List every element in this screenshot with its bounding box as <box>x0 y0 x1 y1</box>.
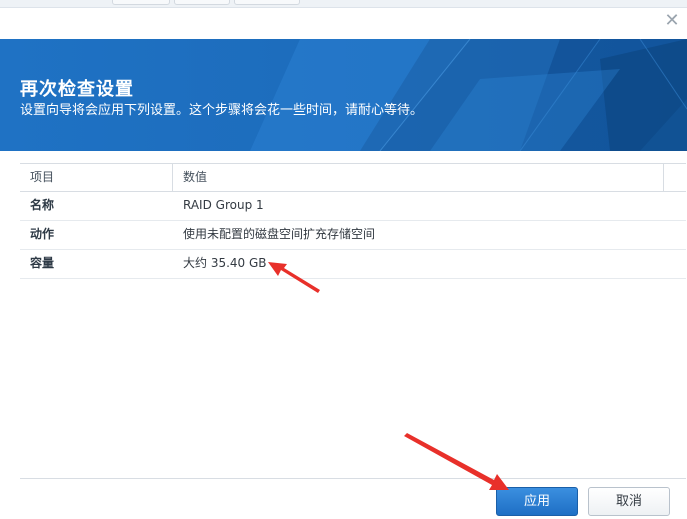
background-tab[interactable] <box>174 0 230 5</box>
column-header-value[interactable]: 数值 <box>173 164 663 191</box>
background-tab-strip <box>0 0 687 8</box>
close-icon[interactable]: ✕ <box>663 12 681 30</box>
table-row[interactable]: 容量 大约 35.40 GB <box>20 250 686 279</box>
background-tab[interactable] <box>112 0 170 5</box>
row-value: RAID Group 1 <box>183 198 264 212</box>
review-settings-dialog: ✕ 再次检查设置 设置向导将会应用下列设置。这个步骤将会花一些时间，请耐心等待。… <box>0 0 687 519</box>
column-header-spacer <box>663 164 686 191</box>
table-header: 项目 数值 <box>20 163 686 192</box>
row-value: 大约 35.40 GB <box>183 256 267 270</box>
row-item-label: 动作 <box>30 227 55 241</box>
dialog-title: 再次检查设置 <box>20 79 134 100</box>
column-header-item[interactable]: 项目 <box>20 164 173 191</box>
row-item-label: 名称 <box>30 198 55 212</box>
row-item-label: 容量 <box>30 256 55 270</box>
settings-summary-table: 项目 数值 名称 RAID Group 1 动作 使用未配置的磁盘空间扩充存储空… <box>20 163 686 279</box>
dialog-header-banner: 再次检查设置 设置向导将会应用下列设置。这个步骤将会花一些时间，请耐心等待。 <box>0 39 687 151</box>
dialog-subtitle: 设置向导将会应用下列设置。这个步骤将会花一些时间，请耐心等待。 <box>20 103 424 118</box>
footer-divider <box>20 478 686 479</box>
row-value: 使用未配置的磁盘空间扩充存储空间 <box>183 227 376 241</box>
apply-button[interactable]: 应用 <box>496 487 578 516</box>
table-row[interactable]: 动作 使用未配置的磁盘空间扩充存储空间 <box>20 221 686 250</box>
apply-arrow-icon <box>404 433 509 490</box>
cancel-button[interactable]: 取消 <box>588 487 670 516</box>
table-row[interactable]: 名称 RAID Group 1 <box>20 192 686 221</box>
background-tab[interactable] <box>234 0 300 5</box>
